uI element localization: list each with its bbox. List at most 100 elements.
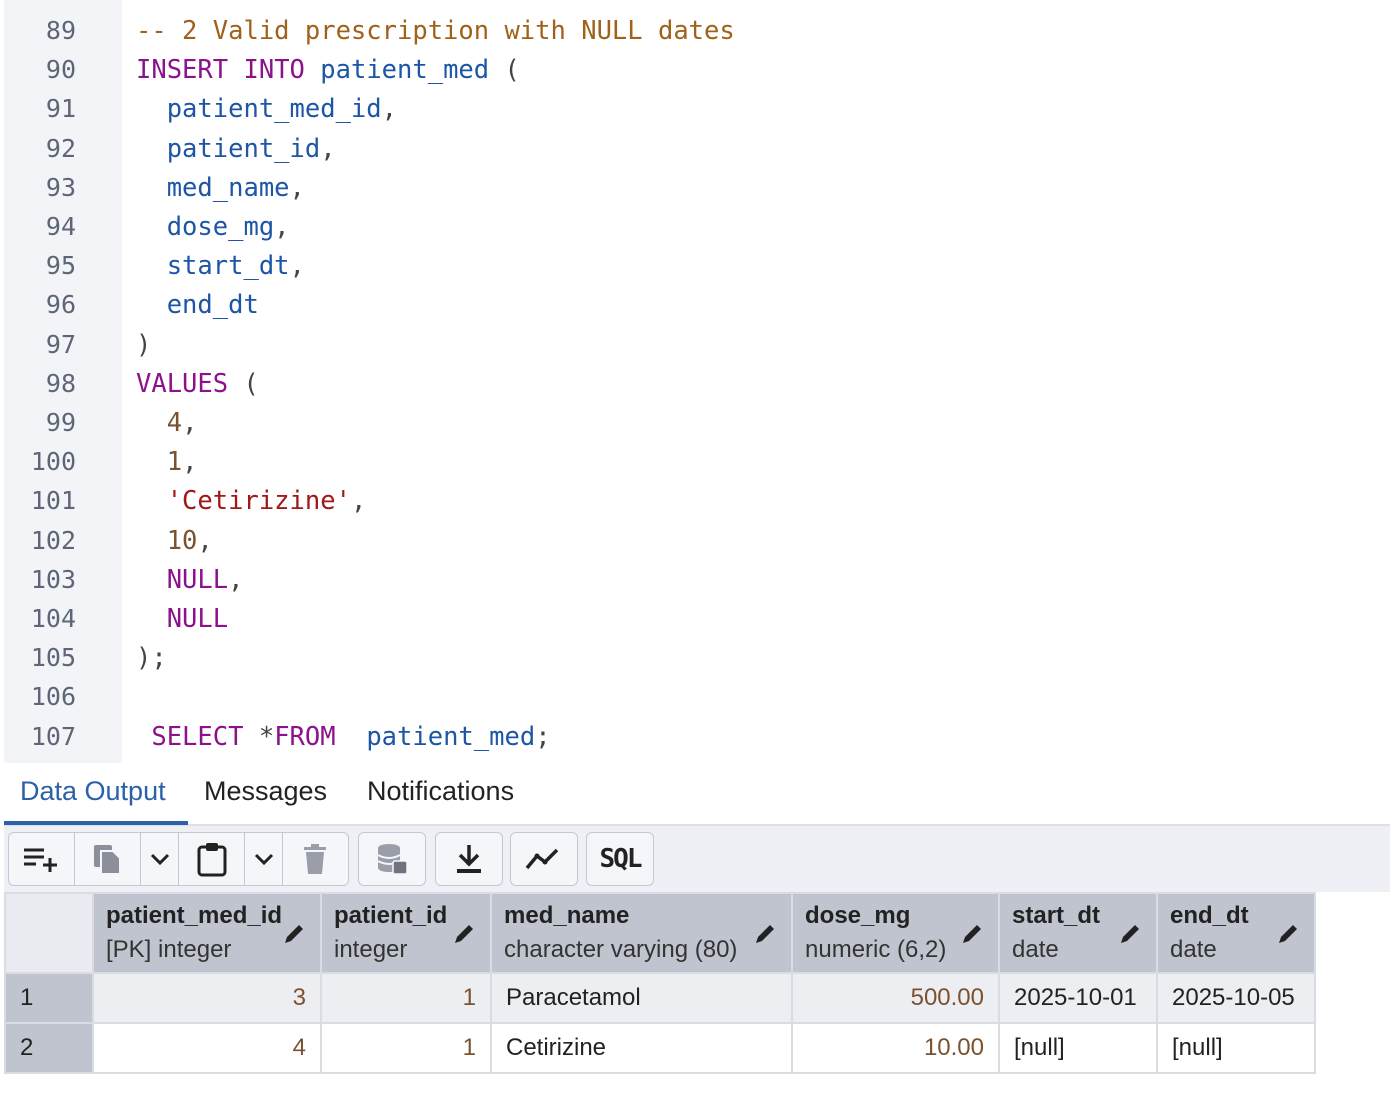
download-button[interactable] — [436, 833, 502, 885]
code-line[interactable]: NULL, — [136, 564, 244, 595]
graph-icon — [525, 848, 559, 870]
paste-options-dropdown[interactable] — [245, 833, 283, 885]
copy-button[interactable] — [75, 833, 141, 885]
download-icon — [457, 845, 481, 873]
tab-notifications[interactable]: Notifications — [367, 776, 514, 807]
save-group — [358, 832, 426, 886]
cell-end-dt[interactable]: 2025-10-05 — [1156, 972, 1316, 1024]
cell-end-dt[interactable]: [null] — [1156, 1022, 1316, 1074]
line-number: 95 — [45, 251, 76, 281]
save-data-button[interactable] — [359, 833, 425, 885]
code-token: VALUES — [136, 368, 229, 399]
cell-patient-id[interactable]: 1 — [320, 972, 492, 1024]
code-token: , — [182, 408, 198, 438]
code-line[interactable]: ) — [136, 330, 151, 360]
code-line[interactable]: ); — [136, 643, 167, 673]
code-token: , — [289, 251, 305, 282]
code-token: patient_med_id — [136, 94, 382, 125]
code-token: , — [197, 525, 213, 556]
pencil-icon[interactable] — [1276, 922, 1300, 946]
code-token: , — [289, 172, 305, 203]
cell-dose-mg[interactable]: 500.00 — [791, 972, 1000, 1024]
cell-dose-mg[interactable]: 10.00 — [791, 1022, 1000, 1074]
code-token: patient_med — [304, 55, 490, 86]
select-all-corner[interactable] — [4, 892, 94, 974]
code-line[interactable]: SELECT *FROM patient_med; — [136, 721, 550, 752]
chevron-down-icon — [254, 853, 273, 866]
code-token: patient_med — [335, 721, 536, 752]
cell-start-dt[interactable]: [null] — [998, 1022, 1158, 1074]
cell-start-dt[interactable]: 2025-10-01 — [998, 972, 1158, 1024]
cell-patient-med-id[interactable]: 3 — [92, 972, 322, 1024]
code-line[interactable]: start_dt, — [136, 251, 305, 281]
code-token: 10 — [136, 525, 198, 556]
sql-icon: SQL — [599, 844, 643, 874]
line-number: 94 — [45, 212, 76, 241]
pencil-icon[interactable] — [452, 922, 476, 946]
pencil-icon[interactable] — [1118, 922, 1142, 946]
cell-patient-id[interactable]: 1 — [320, 1022, 492, 1074]
column-header-patient-id[interactable]: patient_id integer — [320, 892, 492, 974]
graph-visualiser-button[interactable] — [511, 833, 577, 885]
code-line[interactable]: dose_mg, — [136, 212, 290, 242]
column-header-dose-mg[interactable]: dose_mg numeric (6,2) — [791, 892, 1000, 974]
code-token: , — [381, 94, 397, 125]
code-line[interactable]: patient_id, — [136, 134, 336, 164]
delete-icon — [304, 844, 326, 874]
code-line[interactable]: 1, — [136, 447, 198, 477]
results-grid[interactable]: patient_med_id [PK] integer patient_id i… — [4, 892, 1316, 1074]
code-line[interactable]: VALUES ( — [136, 369, 259, 399]
column-header-med-name[interactable]: med_name character varying (80) — [490, 892, 793, 974]
copy-options-dropdown[interactable] — [141, 833, 179, 885]
code-token: INTO — [243, 55, 305, 86]
paste-button[interactable] — [179, 833, 245, 885]
code-line[interactable]: 'Cetirizine', — [136, 486, 367, 517]
row-number[interactable]: 2 — [4, 1022, 94, 1074]
table-row[interactable]: 2 4 1 Cetirizine 10.00 [null] [null] — [4, 1022, 1316, 1074]
code-line[interactable]: -- 2 Valid prescription with NULL dates — [136, 16, 735, 46]
tab-data-output[interactable]: Data Output — [20, 776, 166, 807]
code-line[interactable]: patient_med_id, — [136, 94, 397, 124]
line-number: 90 — [45, 55, 76, 85]
line-number: 104 — [30, 604, 76, 633]
code-token: dose_mg — [136, 212, 275, 242]
line-number: 89 — [45, 16, 76, 45]
pencil-icon[interactable] — [753, 922, 777, 946]
tab-messages[interactable]: Messages — [204, 776, 327, 807]
code-line[interactable]: 4, — [136, 408, 198, 438]
column-header-end-dt[interactable]: end_dt date — [1156, 892, 1316, 974]
code-line[interactable]: 10, — [136, 526, 213, 556]
column-header-start-dt[interactable]: start_dt date — [998, 892, 1158, 974]
code-line[interactable]: INSERT INTO patient_med ( — [136, 55, 520, 85]
line-number: 98 — [45, 368, 76, 398]
pencil-icon[interactable] — [960, 922, 984, 946]
paste-icon — [197, 843, 226, 877]
cell-med-name[interactable]: Cetirizine — [490, 1022, 793, 1074]
code-token: , — [228, 564, 244, 595]
code-line[interactable]: end_dt — [136, 290, 259, 320]
code-token: , — [350, 486, 367, 517]
sql-editor[interactable]: 89 90 91 92 93 94 95 96 97 98 99 100 101 102 103 104 105… — [0, 0, 1390, 763]
code-token: 'Cetirizine' — [136, 486, 351, 517]
code-token: patient_id — [136, 133, 321, 164]
cell-patient-med-id[interactable]: 4 — [92, 1022, 322, 1074]
code-token: , — [320, 133, 336, 164]
code-line[interactable]: NULL — [136, 604, 228, 634]
data-toolbar: SQL — [4, 826, 1390, 892]
cell-med-name[interactable]: Paracetamol — [490, 972, 793, 1024]
active-tab-indicator — [4, 821, 188, 825]
line-number: 91 — [45, 94, 76, 124]
add-row-button[interactable] — [9, 833, 75, 885]
pencil-icon[interactable] — [282, 922, 306, 946]
line-number: 106 — [30, 682, 76, 712]
code-token: end_dt — [136, 290, 259, 321]
delete-row-button[interactable] — [283, 833, 347, 885]
code-line[interactable]: med_name, — [136, 173, 305, 203]
sql-button[interactable]: SQL — [587, 833, 653, 885]
sql-group: SQL — [586, 832, 654, 886]
row-number[interactable]: 1 — [4, 972, 94, 1024]
table-row[interactable]: 1 3 1 Paracetamol 500.00 2025-10-01 2025… — [4, 972, 1316, 1024]
column-header-patient-med-id[interactable]: patient_med_id [PK] integer — [92, 892, 322, 974]
grid-header-row: patient_med_id [PK] integer patient_id i… — [4, 892, 1316, 974]
